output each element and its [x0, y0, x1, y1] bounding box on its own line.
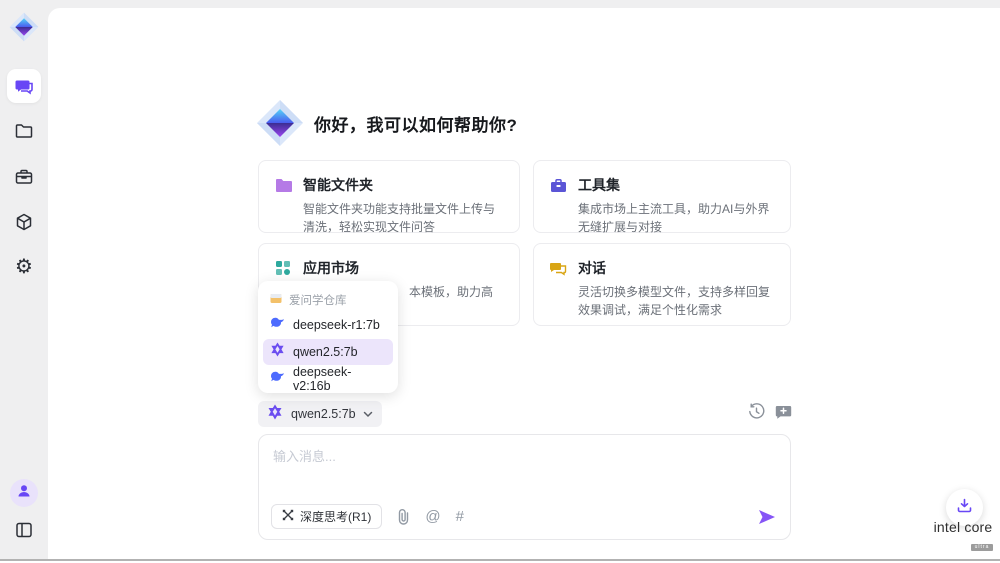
- sidebar-item-models[interactable]: [7, 205, 41, 239]
- card-desc: 灵活切换多模型文件，支持多样回复效果调试，满足个性化需求: [578, 283, 774, 319]
- greeting: 你好，我可以如何帮助你?: [256, 99, 517, 147]
- selected-model-label: qwen2.5:7b: [291, 407, 356, 421]
- deep-think-icon: [282, 508, 294, 526]
- deepseek-whale-icon: [270, 316, 285, 334]
- card-title: 对话: [578, 258, 606, 278]
- send-icon[interactable]: [758, 509, 776, 525]
- sidebar-item-settings[interactable]: ⚙: [7, 250, 41, 284]
- hash-icon[interactable]: #: [456, 508, 464, 525]
- model-dropdown-header: 爱问学仓库: [258, 289, 398, 311]
- user-icon: [16, 483, 32, 504]
- model-option-deepseek-v2[interactable]: deepseek-v2:16b: [263, 366, 393, 392]
- briefcase-icon: [14, 167, 34, 187]
- card-title: 智能文件夹: [303, 175, 373, 195]
- folder-purple-icon: [275, 177, 294, 194]
- briefcase-purple-icon: [550, 177, 569, 194]
- sidebar-item-profile[interactable]: [10, 479, 38, 507]
- message-input[interactable]: [273, 446, 773, 494]
- download-icon: [956, 497, 973, 519]
- sidebar: ⚙: [0, 0, 48, 559]
- folder-icon: [14, 121, 34, 141]
- card-title: 工具集: [578, 175, 620, 195]
- app-logo-icon: [9, 12, 39, 42]
- sidebar-item-folders[interactable]: [7, 114, 41, 148]
- card-desc: 智能文件夹功能支持批量文件上传与清洗，轻松实现文件问答: [303, 200, 503, 236]
- grid-teal-icon: [275, 260, 294, 277]
- repository-icon: [270, 291, 282, 309]
- qwen-icon: [270, 342, 285, 362]
- intel-brand-text: intel core: [926, 519, 1000, 535]
- attachment-icon[interactable]: [397, 509, 410, 525]
- repository-name: 爱问学仓库: [289, 292, 347, 308]
- model-dropdown: 爱问学仓库 deepseek-r1:7b qwen2.5:7b: [258, 281, 398, 393]
- model-selector[interactable]: qwen2.5:7b: [258, 401, 382, 427]
- model-option-label: deepseek-r1:7b: [293, 318, 380, 332]
- sidebar-item-toolbox[interactable]: [7, 160, 41, 194]
- new-chat-icon[interactable]: [775, 404, 792, 420]
- deepseek-whale-icon: [270, 370, 285, 388]
- card-title: 应用市场: [303, 258, 359, 278]
- model-option-qwen[interactable]: qwen2.5:7b: [263, 339, 393, 365]
- model-option-label: qwen2.5:7b: [293, 345, 358, 359]
- app-window: ⚙: [0, 0, 1000, 563]
- card-smart-folder[interactable]: 智能文件夹 智能文件夹功能支持批量文件上传与清洗，轻松实现文件问答: [258, 160, 520, 233]
- deep-think-label: 深度思考(R1): [300, 508, 371, 525]
- card-desc: 集成市场上主流工具，助力AI与外界无缝扩展与对接: [578, 200, 774, 236]
- intel-badge: ultra: [971, 544, 994, 551]
- chat-bubble-icon: [14, 76, 34, 96]
- greeting-logo-icon: [256, 99, 304, 147]
- sidebar-item-collapse[interactable]: [7, 513, 41, 547]
- cube-icon: [14, 212, 34, 232]
- greeting-title: 你好，我可以如何帮助你?: [314, 111, 517, 136]
- card-toolset[interactable]: 工具集 集成市场上主流工具，助力AI与外界无缝扩展与对接: [533, 160, 791, 233]
- panel-icon: [14, 520, 34, 540]
- mention-icon[interactable]: @: [425, 508, 440, 525]
- model-option-label: deepseek-v2:16b: [293, 365, 386, 393]
- gear-icon: ⚙: [15, 257, 33, 277]
- composer: 深度思考(R1) @ #: [258, 434, 791, 540]
- chat-actions: [748, 403, 792, 420]
- composer-toolbar: 深度思考(R1) @ #: [271, 504, 776, 529]
- sidebar-item-chat[interactable]: [7, 69, 41, 103]
- card-conversation[interactable]: 对话 灵活切换多模型文件，支持多样回复效果调试，满足个性化需求: [533, 243, 791, 326]
- chevron-down-icon: [363, 405, 373, 423]
- qwen-icon: [267, 404, 283, 425]
- intel-core-logo: intel core ultra: [926, 519, 1000, 553]
- chat-gold-icon: [550, 260, 569, 277]
- history-clock-icon[interactable]: [748, 403, 765, 420]
- model-option-deepseek-r1[interactable]: deepseek-r1:7b: [263, 312, 393, 338]
- deep-think-toggle[interactable]: 深度思考(R1): [271, 504, 382, 529]
